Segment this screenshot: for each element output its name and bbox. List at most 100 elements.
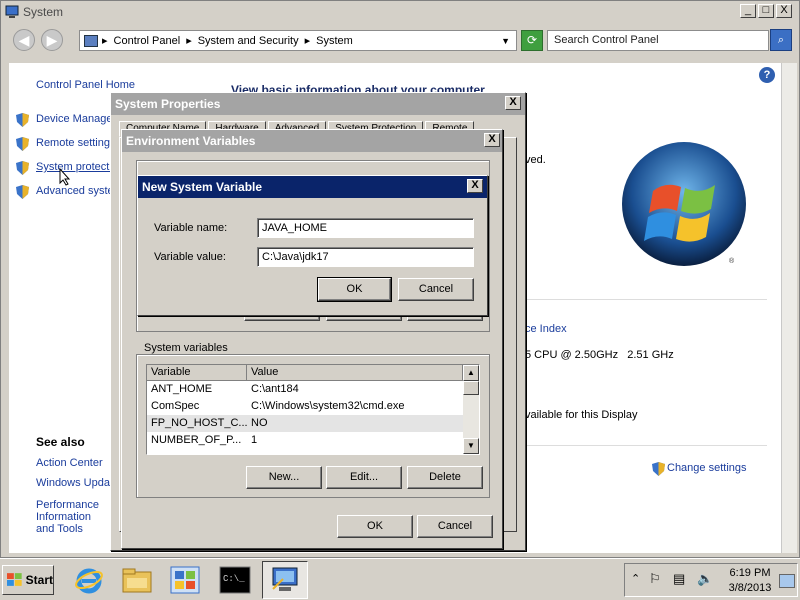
- list-scrollbar[interactable]: ▲ ▼: [463, 365, 479, 454]
- table-row[interactable]: ComSpec C:\Windows\system32\cmd.exe: [147, 398, 479, 415]
- new-system-variable-title: New System Variable: [142, 180, 263, 194]
- taskbar-command-prompt[interactable]: C:\_: [212, 561, 258, 599]
- computer-icon: [5, 5, 19, 19]
- table-row[interactable]: ANT_HOME C:\ant184: [147, 381, 479, 398]
- table-row[interactable]: FP_NO_HOST_C... NO: [147, 415, 479, 432]
- edit-variable-button[interactable]: Edit...: [326, 466, 402, 489]
- command-prompt-icon: C:\_: [219, 566, 251, 594]
- windows-flag-icon: [7, 573, 22, 586]
- minimize-button[interactable]: _: [740, 4, 756, 18]
- see-also-heading: See also: [36, 435, 85, 449]
- processor-value: 5 CPU @ 2.50GHz 2.51 GHz: [525, 349, 674, 361]
- variable-value-field[interactable]: C:\Java\jdk17: [257, 247, 474, 267]
- column-header-variable[interactable]: Variable: [147, 365, 247, 381]
- taskbar-control-panel[interactable]: [162, 561, 208, 599]
- system-variables-list[interactable]: Variable Value ANT_HOME C:\ant184 ComSpe…: [146, 364, 480, 455]
- variable-name-label: Variable name:: [154, 222, 228, 234]
- pen-touch-value: vailable for this Display: [525, 409, 638, 421]
- clock-time[interactable]: 6:19 PM: [725, 567, 775, 579]
- shield-icon: [652, 462, 665, 476]
- divider: [501, 299, 767, 300]
- start-button[interactable]: Start: [2, 565, 54, 595]
- refresh-icon[interactable]: ⟳: [521, 30, 543, 51]
- variable-value: 1: [251, 434, 258, 446]
- system-window-title: System: [23, 5, 64, 19]
- close-button[interactable]: X: [505, 96, 521, 110]
- variable-name: ANT_HOME: [151, 383, 213, 395]
- shield-icon: [16, 137, 29, 151]
- control-panel-home-link[interactable]: Control Panel Home: [36, 79, 135, 91]
- change-settings-link[interactable]: Change settings: [667, 462, 747, 474]
- experience-index-link[interactable]: ce Index: [525, 323, 567, 335]
- see-also-performance-information[interactable]: Performance Information and Tools: [36, 499, 112, 535]
- breadcrumb-separator-icon: ▸: [102, 35, 108, 47]
- shield-icon: [16, 161, 29, 175]
- env-cancel-button[interactable]: Cancel: [417, 515, 493, 538]
- copyright-fragment: ved.: [525, 154, 546, 166]
- start-label: Start: [25, 573, 53, 587]
- environment-variables-title: Environment Variables: [126, 134, 256, 148]
- new-var-cancel-button[interactable]: Cancel: [398, 278, 474, 301]
- system-variables-label: System variables: [142, 342, 230, 354]
- shield-icon: [16, 185, 29, 199]
- list-header: Variable Value: [147, 365, 479, 381]
- volume-icon[interactable]: 🔈: [697, 571, 713, 587]
- network-icon[interactable]: ▤: [673, 571, 685, 587]
- new-system-variable-dialog: New System Variable X Variable name: JAV…: [137, 175, 488, 316]
- action-center-flag-icon[interactable]: ⚐: [649, 571, 661, 587]
- breadcrumb-system[interactable]: System: [316, 35, 353, 47]
- taskbar-system-properties[interactable]: [262, 561, 308, 599]
- forward-icon[interactable]: ▶: [41, 29, 63, 51]
- address-dropdown-icon[interactable]: ▼: [501, 36, 510, 46]
- variable-value-label: Variable value:: [154, 251, 226, 263]
- new-system-variable-titlebar[interactable]: New System Variable X: [138, 176, 487, 198]
- table-row[interactable]: NUMBER_OF_P... 1: [147, 432, 479, 449]
- windows-logo-icon: ®: [622, 142, 746, 266]
- breadcrumb-system-and-security[interactable]: System and Security: [198, 35, 299, 47]
- clock-date[interactable]: 3/8/2013: [725, 582, 775, 594]
- sidebar-item-remote-settings[interactable]: Remote settings: [36, 137, 115, 149]
- close-button[interactable]: X: [484, 133, 500, 147]
- search-input[interactable]: Search Control Panel: [547, 30, 769, 51]
- taskbar-file-explorer[interactable]: [114, 561, 160, 599]
- new-variable-button[interactable]: New...: [246, 466, 322, 489]
- close-button[interactable]: X: [776, 4, 792, 18]
- system-properties-title: System Properties: [115, 97, 221, 111]
- environment-variables-titlebar[interactable]: Environment Variables X: [122, 130, 502, 152]
- taskbar-internet-explorer[interactable]: [66, 561, 112, 599]
- address-bar[interactable]: ▸ Control Panel ▸ System and Security ▸ …: [79, 30, 517, 51]
- variable-name-field[interactable]: JAVA_HOME: [257, 218, 474, 238]
- scroll-thumb[interactable]: [463, 381, 479, 395]
- column-header-value[interactable]: Value: [247, 365, 463, 381]
- shield-icon: [16, 113, 29, 127]
- breadcrumb-separator-icon: ▸: [304, 35, 311, 47]
- scroll-down-icon[interactable]: ▼: [463, 438, 479, 454]
- see-also-windows-update[interactable]: Windows Update: [36, 477, 119, 489]
- sidebar-item-device-manager[interactable]: Device Manager: [36, 113, 116, 125]
- variable-name: FP_NO_HOST_C...: [151, 417, 247, 429]
- env-ok-button[interactable]: OK: [337, 515, 413, 538]
- system-titlebar[interactable]: System _ □ X: [1, 1, 799, 23]
- delete-variable-button[interactable]: Delete: [407, 466, 483, 489]
- address-row: ◀ ▶ ▸ Control Panel ▸ System and Securit…: [1, 23, 799, 55]
- see-also-action-center[interactable]: Action Center: [36, 457, 103, 469]
- show-hidden-icons-icon[interactable]: ⌃: [631, 572, 640, 585]
- maximize-button[interactable]: □: [758, 4, 774, 18]
- divider: [501, 445, 767, 446]
- svg-text:®: ®: [729, 257, 735, 265]
- notification-area: ⌃ ⚐ ▤ 🔈 6:19 PM 3/8/2013: [624, 563, 798, 597]
- svg-text:C:\_: C:\_: [223, 574, 245, 584]
- show-desktop-button[interactable]: [779, 574, 795, 588]
- back-icon[interactable]: ◀: [13, 29, 35, 51]
- mouse-cursor-icon: [59, 168, 71, 186]
- scroll-up-icon[interactable]: ▲: [463, 365, 479, 381]
- system-scrollbar[interactable]: [781, 63, 797, 553]
- file-explorer-icon: [122, 568, 152, 593]
- system-properties-titlebar[interactable]: System Properties X: [111, 93, 525, 115]
- breadcrumb-control-panel[interactable]: Control Panel: [114, 35, 181, 47]
- search-icon[interactable]: ⌕: [770, 29, 792, 51]
- internet-explorer-icon: [75, 568, 103, 594]
- close-button[interactable]: X: [467, 179, 483, 193]
- new-var-ok-button[interactable]: OK: [317, 277, 392, 302]
- help-icon[interactable]: ?: [759, 67, 775, 83]
